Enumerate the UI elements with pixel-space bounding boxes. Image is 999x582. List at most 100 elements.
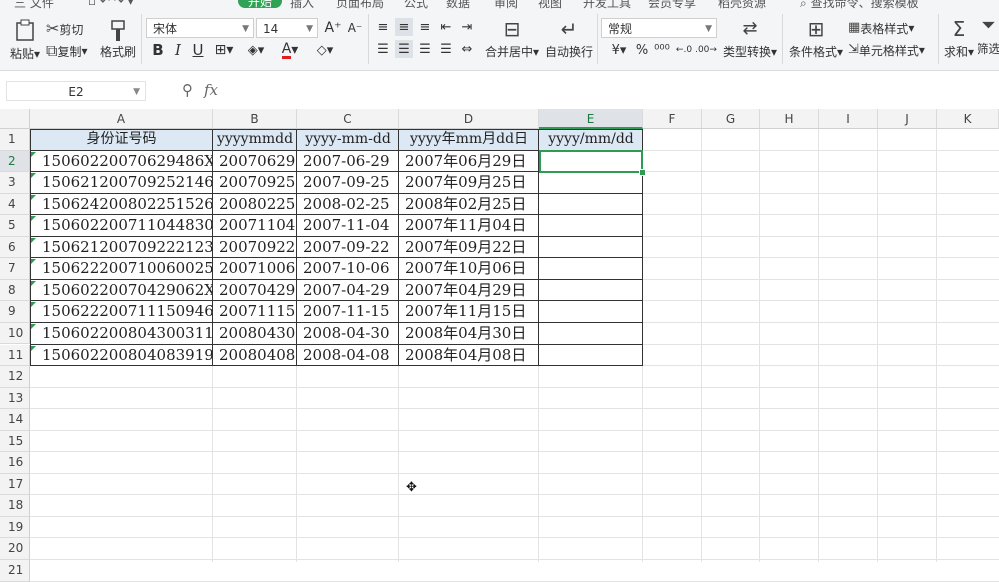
cell-d8[interactable]: 2007年04月29日 bbox=[399, 280, 539, 302]
cell-e8[interactable] bbox=[539, 280, 643, 302]
cell-b2[interactable]: 20070629 bbox=[213, 151, 297, 173]
cell-c11[interactable]: 2008-04-08 bbox=[297, 345, 399, 367]
zoom-search-icon[interactable]: ⚲ bbox=[182, 81, 193, 99]
align-top-button[interactable]: ≡ bbox=[374, 18, 392, 36]
fill-handle[interactable] bbox=[639, 169, 646, 176]
row-header-3[interactable]: 3 bbox=[0, 172, 30, 194]
row-header-10[interactable]: 10 bbox=[0, 322, 30, 345]
active-cell-e2[interactable] bbox=[539, 150, 643, 173]
column-header-b[interactable]: B bbox=[213, 109, 297, 129]
cell-c4[interactable]: 2008-02-25 bbox=[297, 194, 399, 216]
column-header-f[interactable]: F bbox=[643, 109, 702, 129]
tab-page-layout[interactable]: 页面布局 bbox=[336, 0, 384, 10]
cell-c6[interactable]: 2007-09-22 bbox=[297, 237, 399, 259]
column-header-h[interactable]: H bbox=[760, 109, 819, 129]
cut-button[interactable]: ✂ 剪切 bbox=[46, 20, 83, 38]
row-header-4[interactable]: 4 bbox=[0, 193, 30, 216]
cell-a7[interactable]: 150622200710060025 bbox=[30, 258, 213, 280]
cell-d3[interactable]: 2007年09月25日 bbox=[399, 172, 539, 194]
cell-b3[interactable]: 20070925 bbox=[213, 172, 297, 194]
column-header-k[interactable]: K bbox=[937, 109, 999, 129]
justify-button[interactable]: ☰ bbox=[437, 40, 455, 58]
decrease-decimal-button[interactable]: .00→ bbox=[695, 40, 717, 60]
align-middle-button[interactable]: ≡ bbox=[395, 18, 413, 36]
align-bottom-button[interactable]: ≡ bbox=[416, 18, 434, 36]
format-painter-button[interactable]: 格式刷 bbox=[98, 16, 138, 62]
cell-d7[interactable]: 2007年10月06日 bbox=[399, 258, 539, 280]
row-header-1[interactable]: 1 bbox=[0, 129, 30, 151]
cell-e4[interactable] bbox=[539, 194, 643, 216]
cell-a5[interactable]: 150602200711044830 bbox=[30, 215, 213, 237]
cell-a4[interactable]: 150624200802251526 bbox=[30, 194, 213, 216]
paste-button[interactable]: 粘贴▾ bbox=[8, 18, 42, 62]
row-header-17[interactable]: 17 bbox=[0, 473, 30, 496]
distribute-button[interactable]: ⇔ bbox=[458, 40, 476, 58]
cell-e5[interactable] bbox=[539, 215, 643, 237]
column-header-g[interactable]: G bbox=[702, 109, 760, 129]
cell-a2[interactable]: 15060220070629486X bbox=[30, 151, 213, 173]
tab-developer[interactable]: 开发工具 bbox=[583, 0, 631, 10]
cell-c1[interactable]: yyyy-mm-dd bbox=[297, 129, 399, 151]
table-style-button[interactable]: ▦ 表格样式 ▾ bbox=[848, 18, 914, 38]
cell-d4[interactable]: 2008年02月25日 bbox=[399, 194, 539, 216]
cell-e6[interactable] bbox=[539, 237, 643, 259]
row-header-18[interactable]: 18 bbox=[0, 495, 30, 517]
row-header-5[interactable]: 5 bbox=[0, 215, 30, 237]
tab-view[interactable]: 视图 bbox=[538, 0, 562, 10]
tab-formulas[interactable]: 公式 bbox=[404, 0, 428, 10]
merge-center-button[interactable]: ⊟ 合并居中▾ bbox=[484, 18, 540, 62]
cell-e11[interactable] bbox=[539, 345, 643, 367]
cell-c9[interactable]: 2007-11-15 bbox=[297, 301, 399, 323]
tab-member[interactable]: 会员专享 bbox=[648, 0, 696, 10]
row-header-8[interactable]: 8 bbox=[0, 279, 30, 302]
type-convert-button[interactable]: ⇄ 类型转换▾ bbox=[722, 18, 778, 62]
cell-b6[interactable]: 20070922 bbox=[213, 237, 297, 259]
cell-b10[interactable]: 20080430 bbox=[213, 323, 297, 345]
conditional-format-button[interactable]: ⊞ 条件格式▾ bbox=[788, 18, 844, 62]
row-header-12[interactable]: 12 bbox=[0, 366, 30, 388]
cell-b9[interactable]: 20071115 bbox=[213, 301, 297, 323]
underline-button[interactable]: U bbox=[190, 40, 206, 60]
row-header-14[interactable]: 14 bbox=[0, 409, 30, 431]
bold-button[interactable]: B bbox=[150, 40, 166, 60]
cell-a1[interactable]: 身份证号码 bbox=[30, 129, 213, 151]
align-left-button[interactable]: ☰ bbox=[374, 40, 392, 58]
cell-d9[interactable]: 2007年11月15日 bbox=[399, 301, 539, 323]
cell-b1[interactable]: yyyymmdd bbox=[213, 129, 297, 151]
row-header-2[interactable]: 2 bbox=[0, 150, 30, 173]
row-header-11[interactable]: 11 bbox=[0, 344, 30, 367]
row-header-6[interactable]: 6 bbox=[0, 236, 30, 259]
shrink-font-button[interactable]: A⁻ bbox=[346, 18, 364, 38]
cell-d2[interactable]: 2007年06月29日 bbox=[399, 151, 539, 173]
cell-style-button[interactable]: ⇲ 单元格样式 ▾ bbox=[848, 40, 925, 60]
currency-button[interactable]: ¥▾ bbox=[606, 40, 632, 60]
name-box[interactable]: E2 ▼ bbox=[6, 81, 146, 101]
percent-button[interactable]: % bbox=[634, 40, 650, 60]
cell-c8[interactable]: 2007-04-29 bbox=[297, 280, 399, 302]
cell-b8[interactable]: 20070429 bbox=[213, 280, 297, 302]
cell-a9[interactable]: 150622200711150946 bbox=[30, 301, 213, 323]
select-all-corner[interactable] bbox=[0, 109, 30, 129]
search-box[interactable]: ⌕ 查找命令、搜索模板 bbox=[800, 0, 919, 10]
font-size-select[interactable]: 14 ▼ bbox=[256, 18, 318, 38]
cell-c10[interactable]: 2008-04-30 bbox=[297, 323, 399, 345]
cell-b4[interactable]: 20080225 bbox=[213, 194, 297, 216]
font-color-button[interactable]: A ▾ bbox=[276, 40, 304, 60]
tab-docer[interactable]: 稻壳资源 bbox=[718, 0, 766, 10]
cell-e10[interactable] bbox=[539, 323, 643, 345]
sum-button[interactable]: Σ 求和▾ bbox=[942, 18, 976, 62]
decrease-indent-button[interactable]: ⇤ bbox=[437, 18, 455, 36]
column-header-c[interactable]: C bbox=[297, 109, 399, 129]
cell-a3[interactable]: 150621200709252146 bbox=[30, 172, 213, 194]
cell-d10[interactable]: 2008年04月30日 bbox=[399, 323, 539, 345]
row-header-19[interactable]: 19 bbox=[0, 516, 30, 539]
cell-d6[interactable]: 2007年09月22日 bbox=[399, 237, 539, 259]
row-header-16[interactable]: 16 bbox=[0, 452, 30, 474]
row-header-21[interactable]: 21 bbox=[0, 560, 30, 582]
thousands-button[interactable]: ⁰⁰⁰ bbox=[652, 40, 672, 60]
cell-c2[interactable]: 2007-06-29 bbox=[297, 151, 399, 173]
quick-access-icons[interactable]: ▫ ↶ ↷ ▾ bbox=[88, 0, 134, 8]
number-format-select[interactable]: 常规 ▼ bbox=[601, 18, 717, 38]
cell-a11[interactable]: 150602200804083919 bbox=[30, 345, 213, 367]
cell-d5[interactable]: 2007年11月04日 bbox=[399, 215, 539, 237]
